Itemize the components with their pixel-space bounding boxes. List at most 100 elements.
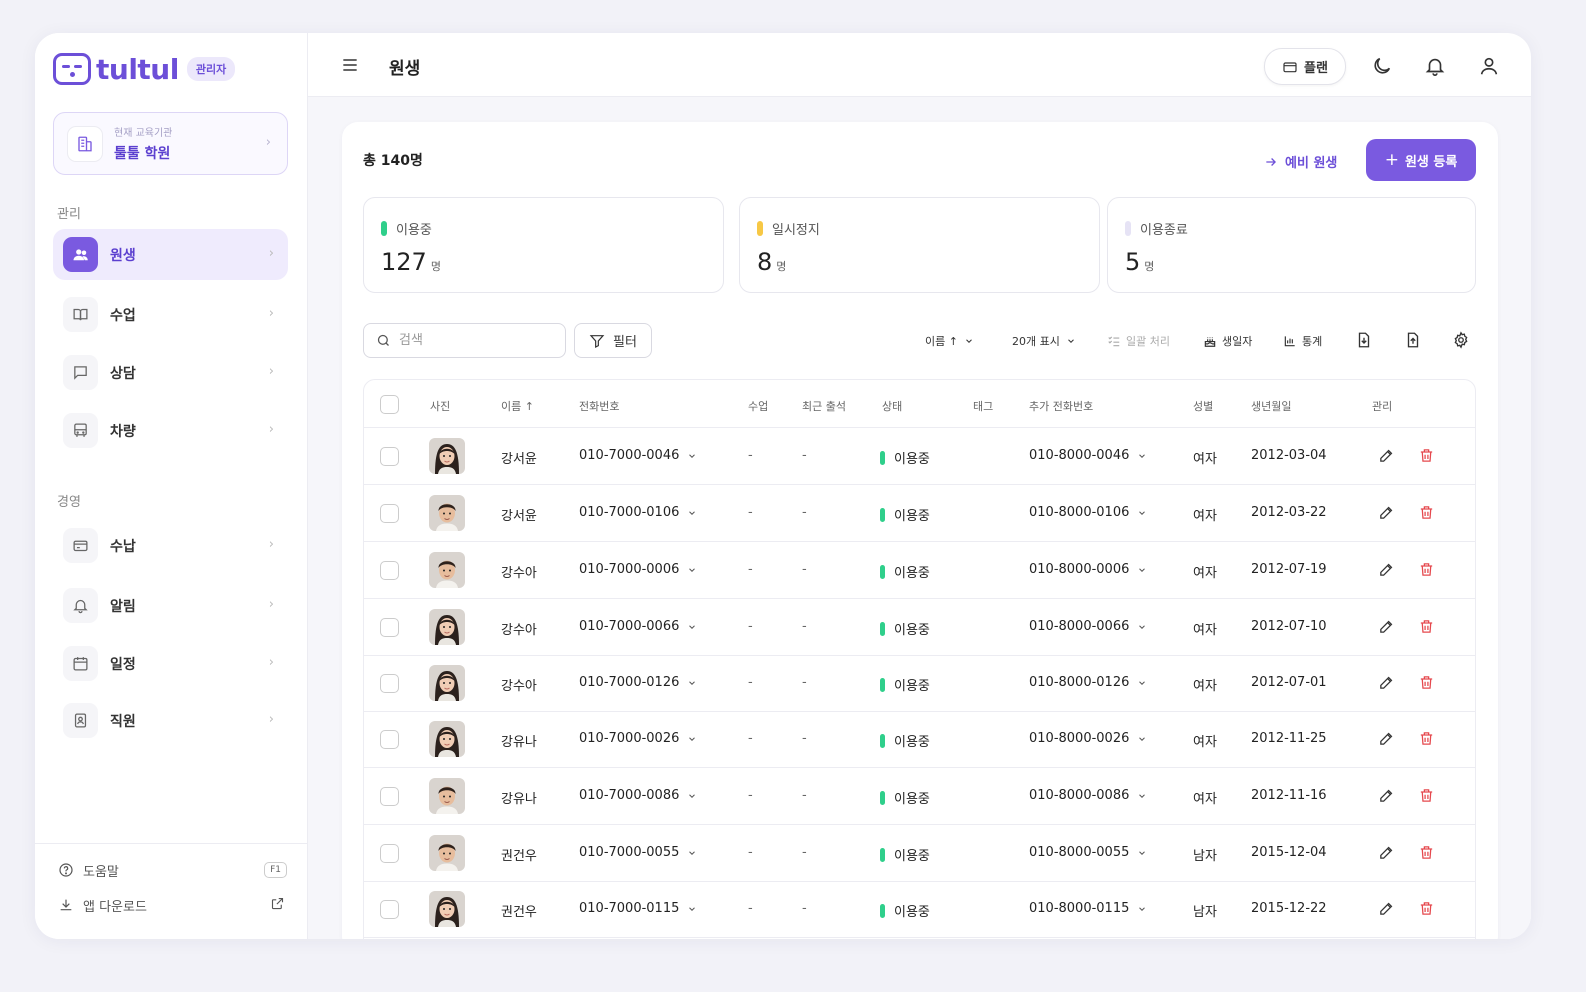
delete-trash-icon[interactable]: [1418, 730, 1436, 748]
phone-cell[interactable]: 010-7000-0026: [579, 731, 697, 746]
search-box[interactable]: [363, 323, 566, 358]
plan-button[interactable]: 플랜: [1264, 48, 1346, 85]
stat-card-ended[interactable]: 이용종료 5명: [1107, 197, 1476, 293]
table-row[interactable]: 강유나 010-7000-0026 - - 이용중 010-8000-0026 여자 2012…: [364, 711, 1475, 768]
phone2-cell[interactable]: 010-8000-0126: [1029, 675, 1147, 690]
page-size-dropdown[interactable]: 20개 표시: [1012, 333, 1081, 349]
phone2-cell[interactable]: 010-8000-0026: [1029, 731, 1147, 746]
delete-trash-icon[interactable]: [1418, 618, 1436, 636]
student-name[interactable]: 강서윤: [501, 448, 537, 467]
phone2-cell[interactable]: 010-8000-0006: [1029, 562, 1147, 577]
chevron-down-icon[interactable]: [1137, 848, 1147, 858]
table-row[interactable]: 강수아 010-7000-0066 - - 이용중 010-8000-0066 여자 2012…: [364, 599, 1475, 656]
sidebar-item-schedule[interactable]: 일정 ›: [53, 638, 288, 689]
row-checkbox[interactable]: [380, 618, 399, 637]
chevron-down-icon[interactable]: [687, 734, 697, 744]
stats-button[interactable]: 통계: [1283, 333, 1322, 349]
student-name[interactable]: 강유나: [501, 788, 537, 807]
chevron-down-icon[interactable]: [687, 848, 697, 858]
edit-pencil-icon[interactable]: [1378, 844, 1396, 862]
phone2-cell[interactable]: 010-8000-0046: [1029, 448, 1147, 463]
phone2-cell[interactable]: 010-8000-0066: [1029, 619, 1147, 634]
bulk-action-button[interactable]: 일괄 처리: [1107, 333, 1170, 349]
stat-card-active[interactable]: 이용중 127 명: [363, 197, 724, 293]
search-input[interactable]: [399, 333, 549, 348]
user-profile-icon[interactable]: [1478, 55, 1500, 77]
delete-trash-icon[interactable]: [1418, 900, 1436, 918]
edit-pencil-icon[interactable]: [1378, 618, 1396, 636]
student-name[interactable]: 강수아: [501, 562, 537, 581]
row-checkbox[interactable]: [380, 674, 399, 693]
sidebar-item-classes[interactable]: 수업 ›: [53, 289, 288, 340]
row-checkbox[interactable]: [380, 844, 399, 863]
register-student-button[interactable]: + 원생 등록: [1366, 139, 1476, 181]
student-name[interactable]: 권건우: [501, 901, 537, 920]
phone-cell[interactable]: 010-7000-0086: [579, 788, 697, 803]
edit-pencil-icon[interactable]: [1378, 787, 1396, 805]
file-upload-icon[interactable]: [1404, 331, 1422, 349]
chevron-down-icon[interactable]: [1137, 565, 1147, 575]
edit-pencil-icon[interactable]: [1378, 730, 1396, 748]
stat-card-paused[interactable]: 일시정지 8명: [739, 197, 1100, 293]
edit-pencil-icon[interactable]: [1378, 674, 1396, 692]
sidebar-item-notifications[interactable]: 알림 ›: [53, 580, 288, 631]
row-checkbox[interactable]: [380, 900, 399, 919]
student-name[interactable]: 권건우: [501, 845, 537, 864]
filter-button[interactable]: 필터: [574, 323, 652, 358]
delete-trash-icon[interactable]: [1418, 447, 1436, 465]
table-row[interactable]: 강서윤 010-7000-0046 - - 이용중 010-8000-0046 여자 2012…: [364, 428, 1475, 485]
phone2-cell[interactable]: 010-8000-0115: [1029, 901, 1147, 916]
edit-pencil-icon[interactable]: [1378, 561, 1396, 579]
row-checkbox[interactable]: [380, 504, 399, 523]
sidebar-item-vehicles[interactable]: 차량 ›: [53, 405, 288, 456]
chevron-down-icon[interactable]: [687, 904, 697, 914]
org-selector[interactable]: 현재 교육기관 툴툴 학원 ›: [53, 112, 288, 175]
delete-trash-icon[interactable]: [1418, 787, 1436, 805]
student-name[interactable]: 강서윤: [501, 505, 537, 524]
chevron-down-icon[interactable]: [1137, 678, 1147, 688]
chevron-down-icon[interactable]: [1137, 734, 1147, 744]
chevron-down-icon[interactable]: [687, 791, 697, 801]
delete-trash-icon[interactable]: [1418, 504, 1436, 522]
chevron-down-icon[interactable]: [687, 622, 697, 632]
row-checkbox[interactable]: [380, 787, 399, 806]
logo[interactable]: tultul 관리자: [53, 52, 236, 86]
chevron-down-icon[interactable]: [687, 508, 697, 518]
phone-cell[interactable]: 010-7000-0126: [579, 675, 697, 690]
delete-trash-icon[interactable]: [1418, 561, 1436, 579]
table-row[interactable]: 권건우 010-7000-0115 - - 이용중 010-8000-0115 남자 2015…: [364, 881, 1475, 938]
edit-pencil-icon[interactable]: [1378, 900, 1396, 918]
edit-pencil-icon[interactable]: [1378, 504, 1396, 522]
row-checkbox[interactable]: [380, 730, 399, 749]
phone-cell[interactable]: 010-7000-0066: [579, 619, 697, 634]
chevron-down-icon[interactable]: [687, 451, 697, 461]
chevron-down-icon[interactable]: [1137, 451, 1147, 461]
student-name[interactable]: 강수아: [501, 619, 537, 638]
table-row[interactable]: 권건우 010-7000-0055 - - 이용중 010-8000-0055 남자 2015…: [364, 825, 1475, 882]
delete-trash-icon[interactable]: [1418, 844, 1436, 862]
select-all-checkbox[interactable]: [380, 395, 399, 414]
phone2-cell[interactable]: 010-8000-0055: [1029, 845, 1147, 860]
chevron-down-icon[interactable]: [1137, 904, 1147, 914]
student-name[interactable]: 강유나: [501, 731, 537, 750]
table-row[interactable]: 강수아 010-7000-0006 - - 이용중 010-8000-0006 여자 2012…: [364, 542, 1475, 599]
phone-cell[interactable]: 010-7000-0115: [579, 901, 697, 916]
phone-cell[interactable]: 010-7000-0106: [579, 505, 697, 520]
chevron-down-icon[interactable]: [1137, 508, 1147, 518]
dark-mode-icon[interactable]: [1371, 55, 1393, 77]
table-row[interactable]: 강서윤 010-7000-0106 - - 이용중 010-8000-0106 여자 2012…: [364, 485, 1475, 542]
sidebar-item-students[interactable]: 원생 ›: [53, 229, 288, 280]
edit-pencil-icon[interactable]: [1378, 447, 1396, 465]
row-checkbox[interactable]: [380, 561, 399, 580]
table-row[interactable]: 강유나 010-7000-0086 - - 이용중 010-8000-0086 여자 2012…: [364, 768, 1475, 825]
sidebar-item-staff[interactable]: 직원 ›: [53, 695, 288, 746]
sidebar-item-payments[interactable]: 수납 ›: [53, 520, 288, 571]
phone-cell[interactable]: 010-7000-0055: [579, 845, 697, 860]
help-link[interactable]: 도움말 F1: [57, 859, 287, 881]
student-name[interactable]: 강수아: [501, 675, 537, 694]
delete-trash-icon[interactable]: [1418, 674, 1436, 692]
app-download-link[interactable]: 앱 다운로드: [57, 894, 287, 916]
chevron-down-icon[interactable]: [687, 678, 697, 688]
row-checkbox[interactable]: [380, 447, 399, 466]
col-header-name[interactable]: 이름 ↑: [501, 398, 534, 414]
